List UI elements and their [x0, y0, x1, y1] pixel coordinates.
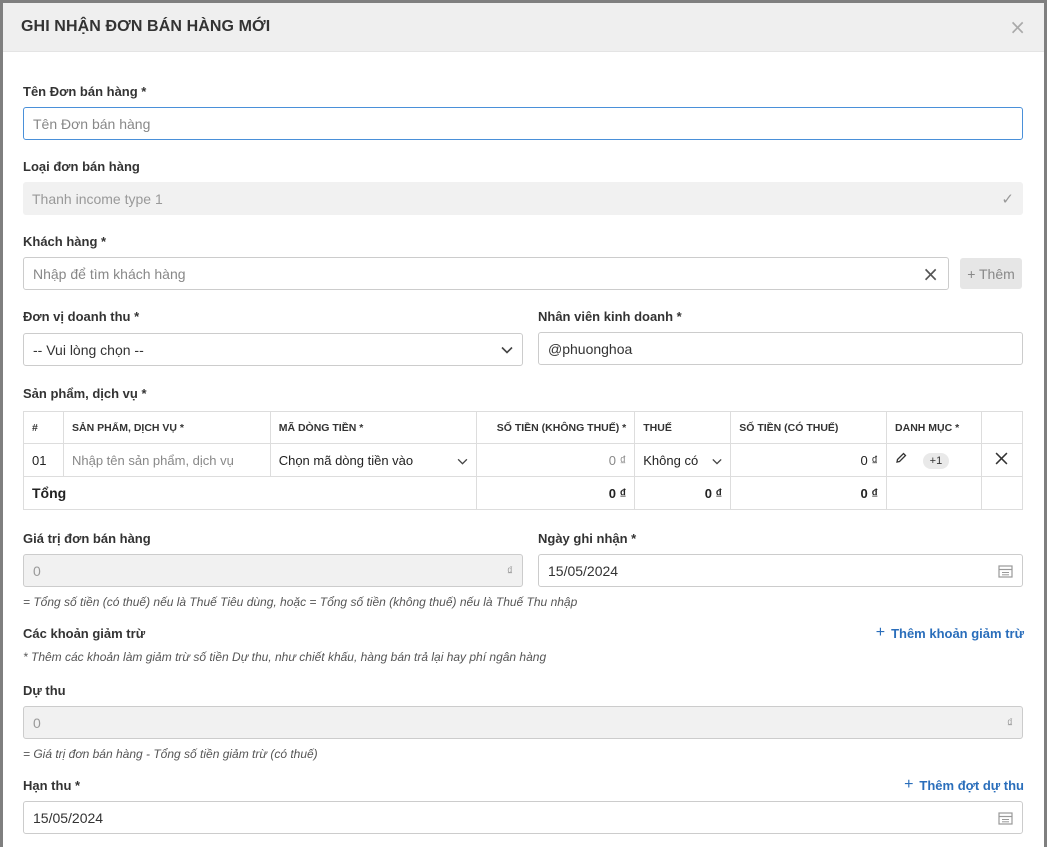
revenue-unit-label: Đơn vị doanh thu * — [23, 309, 140, 324]
col-product: SẢN PHẨM, DỊCH VỤ * — [62, 411, 271, 444]
revenue-unit-value: -- Vui lòng chọn -- — [33, 341, 144, 358]
expected-income-field: 0 ₫ — [23, 706, 1023, 739]
tax-value: Không có — [643, 452, 699, 468]
plus-icon: + — [904, 776, 914, 793]
customer-label: Khách hàng * — [23, 234, 107, 249]
row-index: 01 — [23, 443, 64, 477]
order-value: 0 — [33, 562, 41, 579]
expected-income-hint: = Giá trị đơn bán hàng - Tổng số tiền gi… — [23, 747, 318, 761]
total-label: Tổng — [22, 476, 478, 510]
clear-icon[interactable]: × — [922, 262, 939, 286]
customer-placeholder: Nhập để tìm khách hàng — [33, 265, 186, 282]
deductions-label: Các khoản giảm trừ — [23, 626, 146, 641]
col-amount-no-tax: SỐ TIỀN (KHÔNG THUẾ) * — [476, 411, 636, 444]
due-date-input[interactable]: 15/05/2024 — [23, 801, 1023, 834]
expected-income-value: 0 — [33, 714, 41, 731]
category-badge[interactable]: +1 — [922, 452, 950, 469]
products-label: Sản phẩm, dịch vụ * — [23, 386, 147, 401]
add-deduction-link[interactable]: + Thêm khoản giảm trừ — [876, 624, 1024, 642]
order-type-label: Loại đơn bán hàng — [23, 159, 140, 174]
check-icon: ✓ — [1001, 190, 1014, 208]
order-value-label: Giá trị đơn bán hàng — [23, 531, 151, 546]
cashflow-value: Chọn mã dòng tiền vào — [278, 452, 414, 468]
chevron-down-icon — [712, 453, 722, 468]
calendar-icon[interactable] — [998, 811, 1013, 825]
table-header-row: # SẢN PHẨM, DỊCH VỤ * MÃ DÒNG TIỀN * SỐ … — [23, 411, 1024, 444]
amount-no-tax-input[interactable]: 0 ₫ — [476, 443, 636, 477]
customer-search-input[interactable]: Nhập để tìm khách hàng × — [23, 257, 949, 290]
col-tax: THUẾ — [634, 411, 732, 444]
add-income-period-label: Thêm đợt dự thu — [919, 777, 1024, 793]
chevron-down-icon — [457, 453, 468, 468]
record-date-label: Ngày ghi nhận * — [538, 531, 637, 546]
col-cashflow: MÃ DÒNG TIỀN * — [269, 411, 478, 444]
modal-title: GHI NHẬN ĐƠN BÁN HÀNG MỚI — [21, 18, 271, 35]
pencil-icon[interactable] — [895, 452, 907, 467]
currency-symbol: ₫ — [506, 563, 513, 578]
order-type-field: Thanh income type 1 ✓ — [23, 182, 1023, 215]
col-category: DANH MỤC * — [886, 411, 982, 444]
new-sales-order-modal: GHI NHẬN ĐƠN BÁN HÀNG MỚI × Tên Đơn bán … — [3, 3, 1044, 847]
due-date-label: Hạn thu * — [23, 778, 81, 793]
close-icon — [995, 452, 1008, 468]
products-table: # SẢN PHẨM, DỊCH VỤ * MÃ DÒNG TIỀN * SỐ … — [22, 411, 1024, 510]
order-value-field: 0 ₫ — [23, 554, 523, 587]
cashflow-select[interactable]: Chọn mã dòng tiền vào — [269, 443, 478, 477]
add-customer-button[interactable]: + Thêm — [960, 258, 1022, 289]
record-date-value: 15/05/2024 — [548, 562, 619, 579]
remove-row-button[interactable] — [980, 443, 1024, 477]
deductions-hint: * Thêm các khoản làm giảm trừ số tiền Dự… — [23, 650, 547, 664]
currency-symbol: ₫ — [1006, 715, 1013, 730]
sales-staff-value: @phuonghoa — [548, 340, 633, 357]
tax-select[interactable]: Không có — [634, 443, 732, 477]
total-tax: 0 ₫ — [634, 476, 732, 510]
category-cell: +1 — [886, 443, 982, 477]
chevron-down-icon — [501, 346, 513, 354]
expected-income-label: Dự thu — [23, 683, 66, 698]
plus-icon: + — [875, 624, 886, 641]
total-amount-no-tax: 0 ₫ — [476, 476, 636, 510]
amount-with-tax: 0 ₫ — [730, 443, 888, 477]
revenue-unit-select[interactable]: -- Vui lòng chọn -- — [23, 333, 523, 366]
order-name-input[interactable]: Tên Đơn bán hàng — [23, 107, 1023, 140]
modal-header: GHI NHẬN ĐƠN BÁN HÀNG MỚI × — [3, 3, 1044, 52]
order-value-hint: = Tổng số tiền (có thuế) nếu là Thuế Tiê… — [23, 595, 578, 609]
product-placeholder: Nhập tên sản phẩm, dịch vụ — [71, 452, 234, 468]
order-name-placeholder: Tên Đơn bán hàng — [33, 115, 151, 132]
due-date-value: 15/05/2024 — [33, 809, 104, 826]
total-amount-with-tax: 0 ₫ — [730, 476, 888, 510]
product-input[interactable]: Nhập tên sản phẩm, dịch vụ — [62, 443, 271, 477]
order-name-label: Tên Đơn bán hàng * — [23, 84, 147, 99]
col-amount-with-tax: SỐ TIỀN (CÓ THUẾ) — [730, 411, 888, 444]
order-type-value: Thanh income type 1 — [32, 190, 163, 207]
total-row: Tổng 0 ₫ 0 ₫ 0 ₫ — [22, 476, 1024, 510]
total-empty-cell — [980, 476, 1024, 510]
sales-staff-label: Nhân viên kinh doanh * — [538, 309, 682, 324]
total-empty-cell — [886, 476, 982, 510]
calendar-icon[interactable] — [998, 564, 1013, 578]
sales-staff-input[interactable]: @phuonghoa — [538, 332, 1023, 365]
table-row: 01 Nhập tên sản phẩm, dịch vụ Chọn mã dò… — [23, 443, 1024, 477]
record-date-input[interactable]: 15/05/2024 — [538, 554, 1023, 587]
add-deduction-label: Thêm khoản giảm trừ — [891, 625, 1024, 641]
add-income-period-link[interactable]: + Thêm đợt dự thu — [904, 776, 1024, 794]
col-index: # — [23, 411, 64, 444]
col-actions — [980, 411, 1024, 444]
close-icon[interactable]: × — [1009, 17, 1026, 37]
